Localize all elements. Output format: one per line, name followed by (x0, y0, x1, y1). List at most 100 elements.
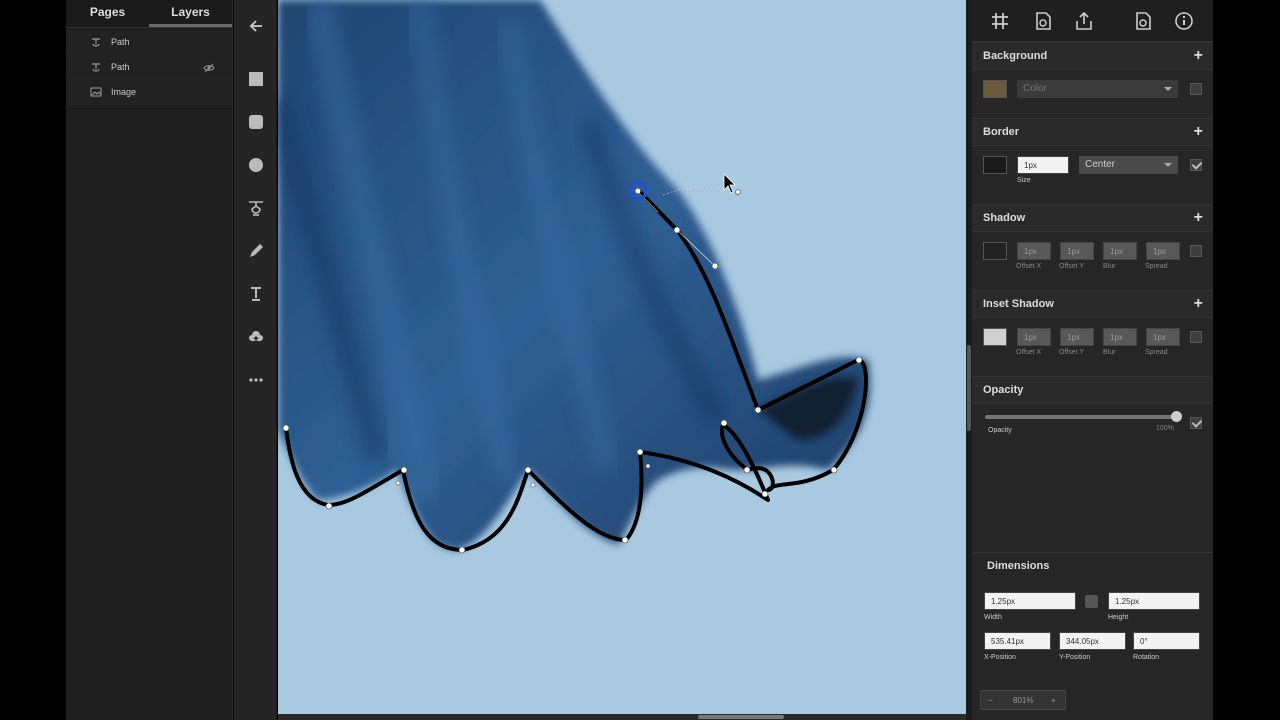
inset-shadow-spread-input[interactable]: 1px (1146, 328, 1180, 346)
inset-shadow-offset-x-input[interactable]: 1px (1017, 328, 1051, 346)
path-icon (92, 63, 100, 72)
inset-shadow-enabled-checkbox[interactable] (1190, 331, 1202, 343)
image-icon (90, 87, 102, 97)
border-section-header: Border + (972, 118, 1213, 146)
dimensions-section-header: Dimensions (972, 552, 1213, 580)
vertical-scroll-thumb[interactable] (967, 345, 971, 431)
page-settings-icon[interactable] (1029, 7, 1057, 35)
section-title: Background (983, 50, 1048, 62)
shadow-spread-input[interactable]: 1px (1146, 242, 1180, 260)
border-position-dropdown[interactable]: Center (1079, 156, 1178, 174)
shadow-spread-label: Spread (1145, 263, 1168, 270)
inset-shadow-offset-y-input[interactable]: 1px (1060, 328, 1094, 346)
design-canvas[interactable] (278, 0, 966, 714)
tab-layers[interactable]: Layers (149, 0, 232, 27)
zoom-in-button[interactable]: + (1051, 696, 1056, 705)
section-title: Inset Shadow (983, 298, 1054, 310)
opacity-label: Opacity (988, 427, 1012, 434)
dropdown-value: Center (1085, 159, 1116, 170)
shadow-offset-x-label: Offset X (1016, 263, 1042, 270)
export-icon[interactable] (1070, 7, 1098, 35)
tools-toolbar (234, 0, 277, 720)
border-enabled-checkbox[interactable] (1190, 159, 1202, 171)
height-input[interactable]: 1.25px (1108, 592, 1200, 610)
grid-icon[interactable] (986, 7, 1014, 35)
layers-panel: Pages Layers Path Path Image (66, 0, 233, 720)
layer-label: Path (111, 37, 130, 47)
info-icon[interactable] (1170, 7, 1198, 35)
text-tool-icon[interactable] (245, 283, 267, 305)
shadow-section-header: Shadow + (972, 204, 1213, 232)
layer-row-path-1[interactable]: Path (66, 30, 232, 55)
canvas-artwork[interactable] (278, 0, 966, 714)
background-enabled-checkbox[interactable] (1190, 83, 1202, 95)
zoom-out-button[interactable]: − (988, 696, 993, 705)
rounded-rect-icon[interactable] (245, 111, 267, 133)
inset-shadow-offset-y-label: Offset Y (1059, 349, 1085, 356)
back-arrow-icon[interactable] (245, 15, 267, 37)
more-icon[interactable] (245, 369, 267, 391)
add-shadow-button[interactable]: + (1194, 209, 1203, 227)
chevron-down-icon (1164, 87, 1172, 91)
add-background-button[interactable]: + (1194, 47, 1203, 65)
path-icon (92, 38, 100, 47)
inset-shadow-spread-label: Spread (1145, 349, 1168, 356)
shadow-offset-y-label: Offset Y (1059, 263, 1085, 270)
rotation-label: Rotation (1133, 654, 1160, 661)
opacity-slider-handle[interactable] (1171, 411, 1182, 422)
section-title: Shadow (983, 212, 1026, 224)
zoom-control: − 801% + (980, 690, 1066, 710)
feather-image (278, 0, 870, 550)
section-title: Border (983, 126, 1020, 138)
link-dimensions-icon[interactable] (1085, 595, 1098, 608)
x-position-input[interactable]: 535.41px (984, 632, 1051, 650)
border-color-swatch[interactable] (983, 156, 1007, 174)
width-label: Width (984, 614, 1002, 621)
layer-label: Path (111, 62, 130, 72)
add-inset-shadow-button[interactable]: + (1194, 295, 1203, 313)
shadow-blur-input[interactable]: 1px (1103, 242, 1137, 260)
horizontal-scrollbar[interactable] (278, 714, 966, 720)
pen-tool-icon[interactable] (245, 197, 267, 219)
background-section-header: Background + (972, 42, 1213, 70)
tab-pages[interactable]: Pages (66, 0, 149, 27)
border-size-label: Size (1017, 177, 1031, 184)
shadow-enabled-checkbox[interactable] (1190, 245, 1202, 257)
chevron-down-icon (1164, 163, 1172, 167)
add-border-button[interactable]: + (1194, 123, 1203, 141)
opacity-section-header: Opacity (972, 376, 1213, 404)
border-size-input[interactable]: 1px (1017, 156, 1069, 174)
shadow-offset-x-input[interactable]: 1px (1017, 242, 1051, 260)
background-type-dropdown[interactable]: Color (1017, 80, 1178, 98)
layer-row-image[interactable]: Image (66, 80, 232, 105)
section-title: Dimensions (987, 560, 1050, 572)
background-color-swatch[interactable] (983, 80, 1007, 98)
upload-cloud-icon[interactable] (245, 326, 267, 348)
shadow-offset-y-input[interactable]: 1px (1060, 242, 1094, 260)
zoom-level: 801% (1013, 696, 1034, 705)
x-position-label: X-Position (984, 654, 1016, 661)
inset-shadow-blur-input[interactable]: 1px (1103, 328, 1137, 346)
width-input[interactable]: 1.25px (984, 592, 1076, 610)
hidden-eye-icon[interactable] (203, 62, 215, 74)
rectangle-icon[interactable] (245, 68, 267, 90)
opacity-slider-track[interactable] (985, 415, 1177, 419)
document-settings-icon[interactable] (1129, 7, 1157, 35)
layers-list: Path Path Image (66, 30, 232, 105)
height-label: Height (1108, 614, 1129, 621)
rotation-input[interactable]: 0° (1133, 632, 1200, 650)
opacity-enabled-checkbox[interactable] (1190, 417, 1202, 429)
horizontal-scroll-thumb[interactable] (698, 715, 784, 719)
mouse-cursor-icon (723, 173, 736, 194)
pencil-icon[interactable] (245, 240, 267, 262)
opacity-value: 100% (1156, 425, 1174, 432)
circle-icon[interactable] (245, 154, 267, 176)
dropdown-value: Color (1023, 83, 1047, 94)
inspector-panel: Background + Color Border + 1px Size Cen… (972, 0, 1213, 720)
inset-shadow-offset-x-label: Offset X (1016, 349, 1042, 356)
y-position-input[interactable]: 344.05px (1059, 632, 1126, 650)
inset-shadow-section-header: Inset Shadow + (972, 290, 1213, 318)
shadow-color-swatch[interactable] (983, 242, 1007, 260)
layer-row-path-2[interactable]: Path (66, 55, 232, 80)
inset-shadow-color-swatch[interactable] (983, 328, 1007, 346)
